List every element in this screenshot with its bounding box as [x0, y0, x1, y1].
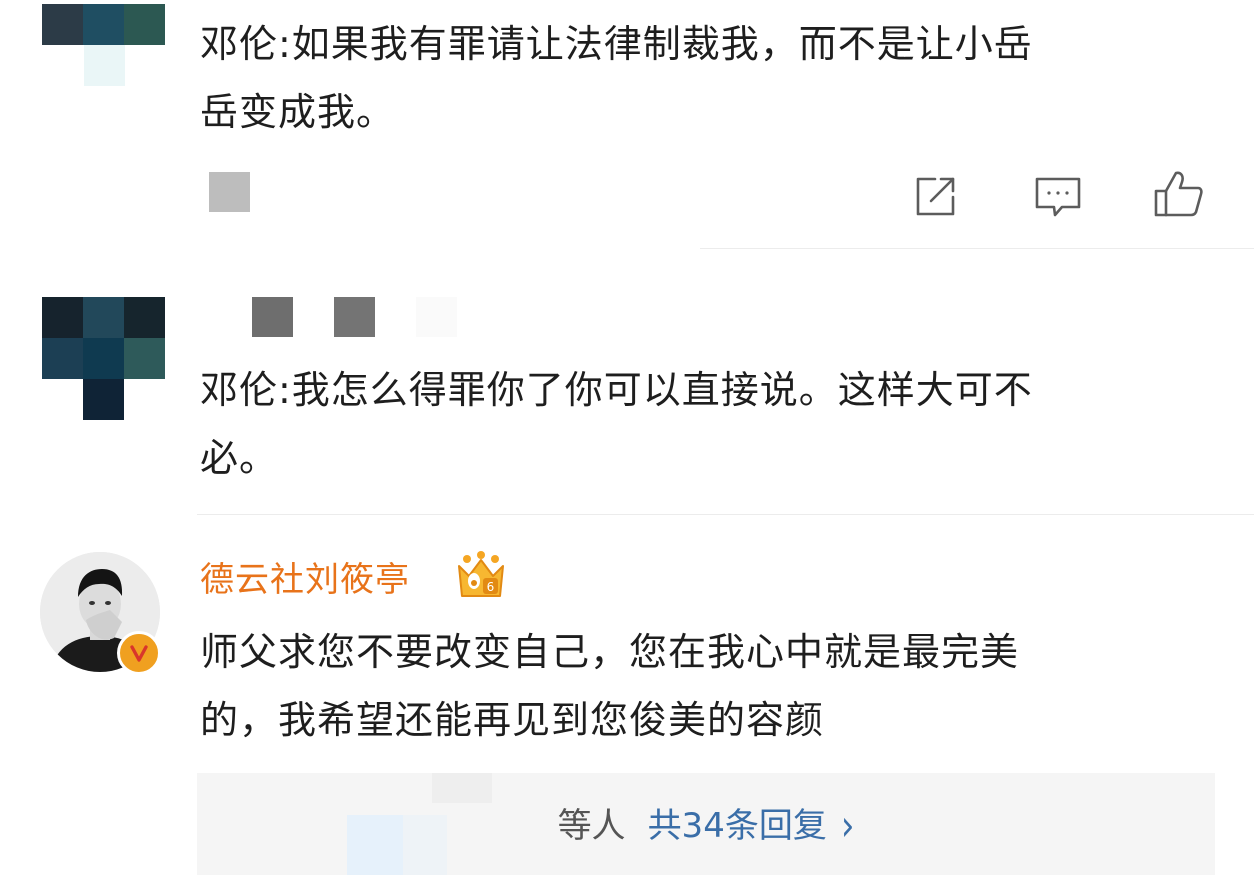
avatar-1-fade	[84, 45, 125, 86]
comment-1-footer-mosaic	[209, 172, 250, 212]
username-2-mosaic-a	[252, 297, 293, 337]
divider-2	[197, 514, 1254, 515]
replies-total-link[interactable]: 共34条回复	[648, 806, 827, 846]
replies-summary[interactable]: 等人 共34条回复 ›	[197, 801, 1215, 851]
username-2-mosaic-c	[416, 297, 457, 337]
like-icon[interactable]	[1153, 169, 1203, 219]
comment-3-text: 师父求您不要改变自己，您在我心中就是最完美 的，我希望还能再见到您俊美的容颜	[200, 618, 1210, 754]
comment-icon[interactable]	[1033, 171, 1083, 221]
level-number: 6	[487, 580, 495, 594]
avatar-1-mosaic[interactable]	[42, 4, 165, 45]
replies-panel[interactable]: 等人 共34条回复 ›	[197, 773, 1215, 875]
comment-3-line-2: 的，我希望还能再见到您俊美的容颜	[200, 698, 825, 742]
comment-2-line-1: 邓伦:我怎么得罪你了你可以直接说。这样大可不	[200, 368, 1033, 412]
comment-2-text: 邓伦:我怎么得罪你了你可以直接说。这样大可不 必。	[200, 356, 1210, 492]
avatar-2-mosaic[interactable]	[42, 297, 165, 420]
verified-badge	[117, 631, 161, 675]
comment-2-line-2: 必。	[200, 436, 279, 480]
username-3[interactable]: 德云社刘筱亭	[200, 552, 410, 608]
reply-name-mosaic	[432, 773, 492, 803]
crown-level-badge-icon: 6	[455, 550, 507, 602]
username-2-mosaic-b	[334, 297, 375, 337]
share-icon[interactable]	[911, 171, 961, 221]
comment-1-line-1: 邓伦:如果我有罪请让法律制裁我，而不是让小岳	[200, 22, 1033, 66]
comment-1-text: 邓伦:如果我有罪请让法律制裁我，而不是让小岳 岳变成我。	[200, 10, 1210, 146]
comment-3-line-1: 师父求您不要改变自己，您在我心中就是最完美	[200, 630, 1020, 674]
chevron-right-icon: ›	[840, 801, 855, 851]
divider-1	[700, 248, 1254, 249]
comment-1-line-2: 岳变成我。	[200, 90, 396, 134]
replies-prefix: 等人	[557, 806, 626, 846]
